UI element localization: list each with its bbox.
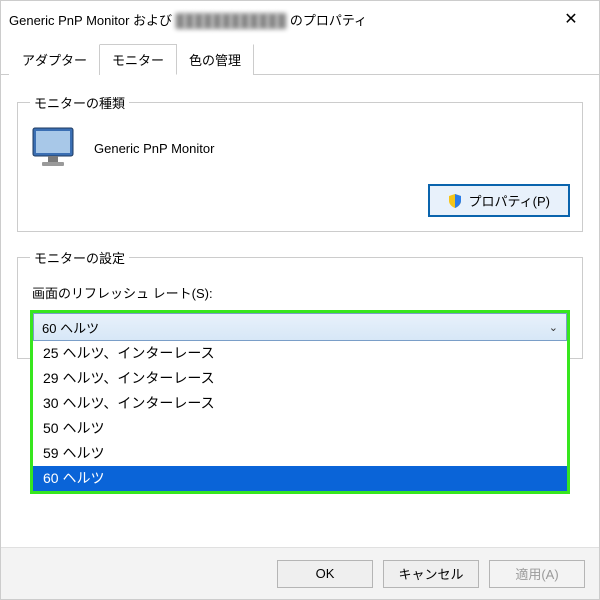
rate-option-selected[interactable]: 60 ヘルツ [33,466,567,491]
close-icon: ✕ [564,9,577,29]
shield-icon [448,194,462,208]
rate-option[interactable]: 50 ヘルツ [33,416,567,441]
refresh-rate-label: 画面のリフレッシュ レート(S): [32,283,568,302]
monitor-row: Generic PnP Monitor [30,122,570,174]
properties-button-row: プロパティ(P) [30,184,570,217]
rate-option[interactable]: 59 ヘルツ [33,441,567,466]
refresh-rate-highlight: 60 ヘルツ ⌄ 25 ヘルツ、インターレース 29 ヘルツ、インターレース 3… [30,310,570,344]
properties-button-label: プロパティ(P) [468,191,550,210]
close-button[interactable]: ✕ [551,4,591,34]
ok-button[interactable]: OK [277,560,373,588]
monitor-settings-legend: モニターの設定 [30,248,129,267]
tab-strip: アダプター モニター 色の管理 [1,39,599,75]
rate-option[interactable]: 25 ヘルツ、インターレース [33,341,567,366]
properties-button[interactable]: プロパティ(P) [428,184,570,217]
tab-monitor[interactable]: モニター [100,44,177,75]
dialog-footer: OK キャンセル 適用(A) [1,547,599,599]
monitor-type-legend: モニターの種類 [30,93,129,112]
monitor-icon [30,126,78,170]
tab-content: モニターの種類 Generic PnP Monitor プロパティ(P) [1,75,599,547]
rate-option[interactable]: 29 ヘルツ、インターレース [33,366,567,391]
monitor-name: Generic PnP Monitor [94,141,214,156]
properties-dialog: Generic PnP Monitor および ████████████ のプロ… [0,0,600,600]
refresh-rate-selected: 60 ヘルツ [42,318,99,337]
tab-color-management[interactable]: 色の管理 [177,44,254,75]
title-suffix: のプロパティ [290,13,367,28]
title-blurred: ████████████ [176,13,287,28]
chevron-down-icon: ⌄ [549,321,558,334]
titlebar: Generic PnP Monitor および ████████████ のプロ… [1,1,599,37]
refresh-rate-combobox[interactable]: 60 ヘルツ ⌄ [33,313,567,341]
title-prefix: Generic PnP Monitor および [9,13,172,28]
refresh-rate-dropdown: 25 ヘルツ、インターレース 29 ヘルツ、インターレース 30 ヘルツ、インタ… [30,341,570,494]
cancel-button[interactable]: キャンセル [383,560,479,588]
monitor-settings-group: モニターの設定 画面のリフレッシュ レート(S): 60 ヘルツ ⌄ 25 ヘル… [17,248,583,359]
apply-button[interactable]: 適用(A) [489,560,585,588]
window-title: Generic PnP Monitor および ████████████ のプロ… [9,10,551,29]
rate-option[interactable]: 30 ヘルツ、インターレース [33,391,567,416]
tab-adapter[interactable]: アダプター [9,44,100,75]
monitor-type-group: モニターの種類 Generic PnP Monitor プロパティ(P) [17,93,583,232]
